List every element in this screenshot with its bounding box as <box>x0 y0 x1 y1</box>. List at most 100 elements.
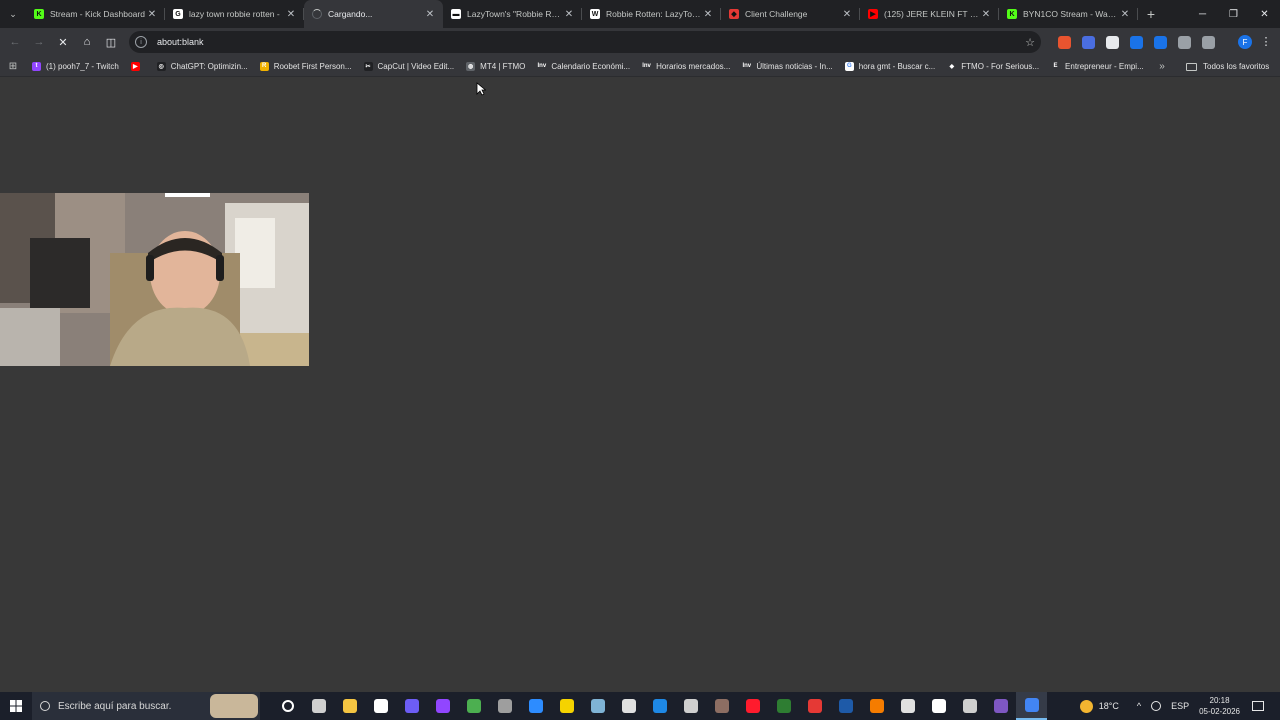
taskbar-app-icon[interactable] <box>706 692 737 720</box>
taskbar-app-icon[interactable] <box>1016 692 1047 720</box>
bookmark-item[interactable]: ▶ <box>125 56 151 77</box>
taskbar-app-icon[interactable] <box>985 692 1016 720</box>
tab-item[interactable]: ▬ LazyTown's "Robbie Rotten ✕ <box>443 0 582 28</box>
tab-item[interactable]: ◆ Client Challenge ✕ <box>721 0 860 28</box>
weather-icon <box>1079 699 1093 713</box>
taskbar-app-icon[interactable] <box>582 692 613 720</box>
bookmark-item[interactable]: ✂ CapCut | Video Edit... <box>358 56 461 77</box>
apps-grid-icon[interactable]: ⊞ <box>0 61 26 72</box>
bookmarks-overflow-button[interactable]: » <box>1154 56 1170 77</box>
bookmark-item[interactable]: ◎ ChatGPT: Optimizin... <box>151 56 254 77</box>
webcam-image <box>0 193 309 366</box>
clock[interactable]: 20:18 05-02-2026 <box>1199 695 1240 717</box>
tab-close-icon[interactable]: ✕ <box>562 9 576 20</box>
extension-icon[interactable] <box>1105 35 1119 49</box>
tab-close-icon[interactable]: ✕ <box>284 9 298 20</box>
extension-icon[interactable] <box>1057 35 1071 49</box>
language-indicator[interactable]: ESP <box>1171 701 1189 711</box>
taskbar-app-icon[interactable] <box>954 692 985 720</box>
split-view-button[interactable]: ◫ <box>99 30 123 54</box>
address-bar[interactable]: i about:blank ☆ <box>129 31 1041 53</box>
taskbar-app-icon[interactable] <box>396 692 427 720</box>
minimize-button[interactable]: ─ <box>1187 0 1218 28</box>
tab-item[interactable]: Cargando... ✕ <box>304 0 443 28</box>
bookmark-star-icon[interactable]: ☆ <box>1019 36 1041 49</box>
tab-title: Robbie Rotten: LazyTown <box>606 9 701 19</box>
notifications-icon[interactable] <box>1252 701 1264 711</box>
profile-avatar[interactable]: F <box>1232 35 1252 49</box>
tab-item[interactable]: K BYN1CO Stream - Watch ✕ <box>999 0 1138 28</box>
taskbar-app-icon[interactable] <box>861 692 892 720</box>
home-button[interactable]: ⌂ <box>75 30 99 54</box>
bookmark-label: Últimas noticias - In... <box>756 61 833 71</box>
search-highlight-image[interactable] <box>210 694 258 718</box>
taskbar-app-icon[interactable] <box>334 692 365 720</box>
stop-loading-button[interactable]: ✕ <box>51 30 75 54</box>
back-button[interactable]: ← <box>3 30 27 54</box>
extension-icon[interactable] <box>1177 35 1191 49</box>
clock-time: 20:18 <box>1209 696 1230 705</box>
all-bookmarks-folder[interactable]: Todos los favoritos <box>1186 56 1269 77</box>
bookmark-item[interactable]: Inv Horarios mercados... <box>636 56 736 77</box>
bookmark-item[interactable]: E Entrepreneur - Empi... <box>1045 56 1150 77</box>
search-placeholder[interactable]: Escribe aquí para buscar. <box>58 701 171 712</box>
tab-favicon-icon: K <box>1007 9 1017 19</box>
tab-close-icon[interactable]: ✕ <box>423 9 437 20</box>
webcam-overlay <box>0 193 309 366</box>
weather-widget[interactable]: 18°C <box>1079 699 1119 713</box>
tab-close-icon[interactable]: ✕ <box>1118 9 1132 20</box>
extension-icon[interactable] <box>1153 35 1167 49</box>
bookmark-item[interactable]: R Roobet First Person... <box>254 56 358 77</box>
bookmark-item[interactable]: Inv Calendario Económi... <box>531 56 636 77</box>
tab-close-icon[interactable]: ✕ <box>701 9 715 20</box>
taskbar-app-icon[interactable] <box>303 692 334 720</box>
taskbar-app-icon[interactable] <box>365 692 396 720</box>
taskbar-app-icon[interactable] <box>613 692 644 720</box>
taskbar-app-icon[interactable] <box>830 692 861 720</box>
taskbar-app-icon[interactable] <box>489 692 520 720</box>
site-info-icon[interactable]: i <box>135 36 147 48</box>
address-text[interactable]: about:blank <box>157 37 1019 47</box>
menu-icon[interactable]: ⋮ <box>1256 35 1276 48</box>
extension-icon[interactable] <box>1081 35 1095 49</box>
tab-list: K Stream - Kick Dashboard ✕ Glazy town robb… <box>26 0 1138 28</box>
taskbar-app-icon[interactable] <box>799 692 830 720</box>
tab-item[interactable]: W Robbie Rotten: LazyTown ✕ <box>582 0 721 28</box>
start-button[interactable] <box>0 692 32 720</box>
tray-chevron-icon[interactable]: ^ <box>1137 701 1141 711</box>
bookmark-item[interactable]: ◆ FTMO - For Serious... <box>941 56 1045 77</box>
close-window-button[interactable]: ✕ <box>1249 0 1280 28</box>
taskbar-app-icon[interactable] <box>272 692 303 720</box>
avatar[interactable]: F <box>1238 35 1252 49</box>
taskbar-app-icon[interactable] <box>520 692 551 720</box>
taskbar-app-icon[interactable] <box>675 692 706 720</box>
bookmark-item[interactable]: ◍ MT4 | FTMO <box>460 56 531 77</box>
taskbar-app-icon[interactable] <box>644 692 675 720</box>
network-icon[interactable] <box>1151 701 1162 711</box>
extension-icon[interactable] <box>1129 35 1143 49</box>
tab-item[interactable]: ▶ (125) JERE KLEIN FT DRA ✕ <box>860 0 999 28</box>
extension-icon[interactable] <box>1201 35 1215 49</box>
taskbar-app-icon[interactable] <box>551 692 582 720</box>
app-glyph-icon <box>838 699 853 713</box>
bookmark-item[interactable]: Ghora gmt - Buscar c... <box>839 56 941 77</box>
taskbar-app-icon[interactable] <box>923 692 954 720</box>
tab-close-icon[interactable]: ✕ <box>840 9 854 20</box>
taskbar-app-icon[interactable] <box>427 692 458 720</box>
tab-item[interactable]: Glazy town robbie rotten - ✕ <box>165 0 304 28</box>
bookmark-item[interactable]: t (1) pooh7_7 - Twitch <box>26 56 125 77</box>
app-glyph-icon <box>311 699 326 713</box>
taskbar-search[interactable]: Escribe aquí para buscar. <box>32 692 260 720</box>
tab-item[interactable]: K Stream - Kick Dashboard ✕ <box>26 0 165 28</box>
taskbar-app-icon[interactable] <box>737 692 768 720</box>
taskbar-app-icon[interactable] <box>458 692 489 720</box>
tab-close-icon[interactable]: ✕ <box>145 9 159 20</box>
bookmark-item[interactable]: Inv Últimas noticias - In... <box>736 56 838 77</box>
tab-close-icon[interactable]: ✕ <box>979 9 993 20</box>
forward-button[interactable]: → <box>27 30 51 54</box>
tab-search-button[interactable]: ⌄ <box>0 0 26 28</box>
taskbar-app-icon[interactable] <box>768 692 799 720</box>
new-tab-button[interactable]: + <box>1138 6 1164 22</box>
restore-button[interactable]: ❐ <box>1218 0 1249 28</box>
taskbar-app-icon[interactable] <box>892 692 923 720</box>
